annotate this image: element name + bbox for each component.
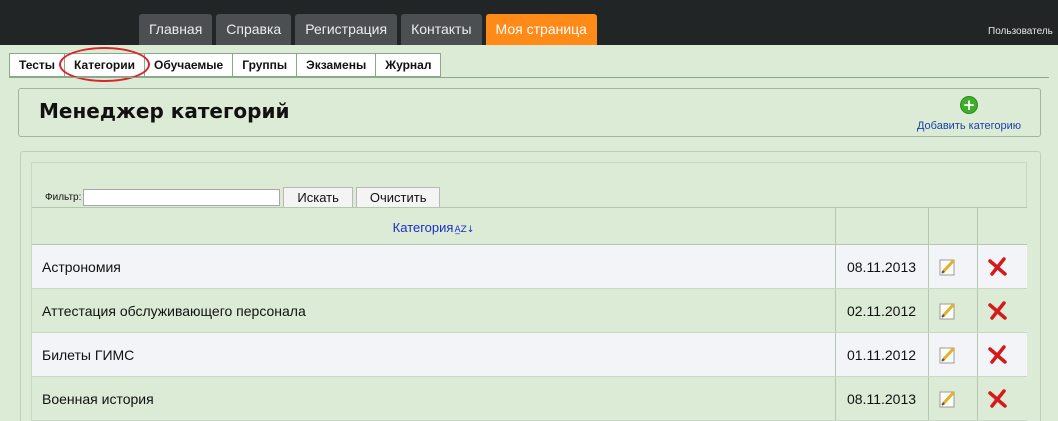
delete-icon[interactable]: [987, 344, 1007, 364]
column-divider: [977, 289, 978, 332]
column-divider: [928, 245, 929, 288]
manager-header: Менеджер категорий + Добавить категорию: [18, 88, 1041, 137]
column-divider: [928, 289, 929, 332]
category-column-header: КатегорияA̲Z↓: [32, 208, 835, 245]
categories-panel-inner: Фильтр: Искать Очистить КатегорияA̲Z↓ Ас…: [31, 162, 1027, 421]
clear-button[interactable]: Очистить: [355, 187, 441, 208]
nav-tab-home[interactable]: Главная: [139, 14, 213, 45]
column-divider: [928, 333, 929, 376]
edit-icon[interactable]: [938, 389, 958, 409]
subtab-journal[interactable]: Журнал: [376, 53, 442, 77]
column-divider: [977, 245, 978, 288]
category-date: 08.11.2013: [846, 391, 917, 407]
edit-icon[interactable]: [938, 301, 958, 321]
delete-icon[interactable]: [987, 300, 1007, 320]
sub-nav: Тесты Категории Обучаемые Группы Экзамен…: [9, 47, 442, 82]
column-divider: [977, 377, 978, 420]
column-divider: [928, 208, 929, 244]
category-date: 02.11.2012: [846, 303, 917, 319]
main-nav: Главная Справка Регистрация Контакты Моя…: [139, 14, 597, 45]
subtab-tests[interactable]: Тесты: [9, 53, 66, 77]
sort-az-icon[interactable]: A̲Z↓: [454, 225, 474, 235]
table-row: Военная история 08.11.2013: [32, 377, 1027, 421]
categories-table: КатегорияA̲Z↓ Астрономия 08.11.2013 Атте…: [32, 207, 1027, 421]
nav-tab-help[interactable]: Справка: [216, 14, 292, 45]
filter-bar: Фильтр: Искать Очистить: [45, 187, 441, 208]
filter-label: Фильтр:: [45, 192, 82, 203]
column-divider: [928, 377, 929, 420]
category-date: 08.11.2013: [846, 259, 917, 275]
category-name[interactable]: Аттестация обслуживающего персонала: [42, 289, 306, 333]
subtab-exams[interactable]: Экзамены: [297, 53, 377, 77]
nav-tab-registration[interactable]: Регистрация: [295, 14, 398, 45]
table-row: Астрономия 08.11.2013: [32, 245, 1027, 289]
edit-icon[interactable]: [938, 257, 958, 277]
nav-tab-my-page[interactable]: Моя страница: [485, 14, 597, 45]
delete-icon[interactable]: [987, 388, 1007, 408]
category-date: 01.11.2012: [846, 347, 917, 363]
column-divider: [977, 333, 978, 376]
nav-tab-contacts[interactable]: Контакты: [401, 14, 482, 45]
category-name[interactable]: Билеты ГИМС: [42, 333, 134, 377]
category-name[interactable]: Военная история: [42, 377, 154, 421]
categories-panel: Фильтр: Искать Очистить КатегорияA̲Z↓ Ас…: [20, 151, 1041, 421]
delete-icon[interactable]: [987, 256, 1007, 276]
subnav-divider: [9, 77, 1049, 78]
edit-icon[interactable]: [938, 345, 958, 365]
top-bar: Главная Справка Регистрация Контакты Моя…: [0, 0, 1058, 45]
sort-by-category-link[interactable]: Категория: [393, 220, 454, 235]
add-category-label: Добавить категорию: [916, 120, 1022, 132]
user-link[interactable]: Пользователь: [988, 26, 1058, 37]
page-title: Менеджер категорий: [39, 99, 290, 123]
column-divider: [977, 208, 978, 244]
table-header: КатегорияA̲Z↓: [32, 207, 1027, 245]
subtab-learners[interactable]: Обучаемые: [145, 53, 234, 77]
subtab-categories-label: Категории: [74, 58, 135, 72]
filter-input[interactable]: [83, 189, 281, 206]
subtab-categories[interactable]: Категории: [59, 47, 150, 82]
column-divider: [835, 208, 836, 244]
plus-icon: +: [960, 96, 978, 114]
table-row: Билеты ГИМС 01.11.2012: [32, 333, 1027, 377]
search-button[interactable]: Искать: [283, 187, 353, 208]
category-name[interactable]: Астрономия: [42, 245, 121, 289]
add-category-button[interactable]: + Добавить категорию: [910, 95, 1028, 132]
table-row: Аттестация обслуживающего персонала 02.1…: [32, 289, 1027, 333]
subtab-groups[interactable]: Группы: [233, 53, 298, 77]
